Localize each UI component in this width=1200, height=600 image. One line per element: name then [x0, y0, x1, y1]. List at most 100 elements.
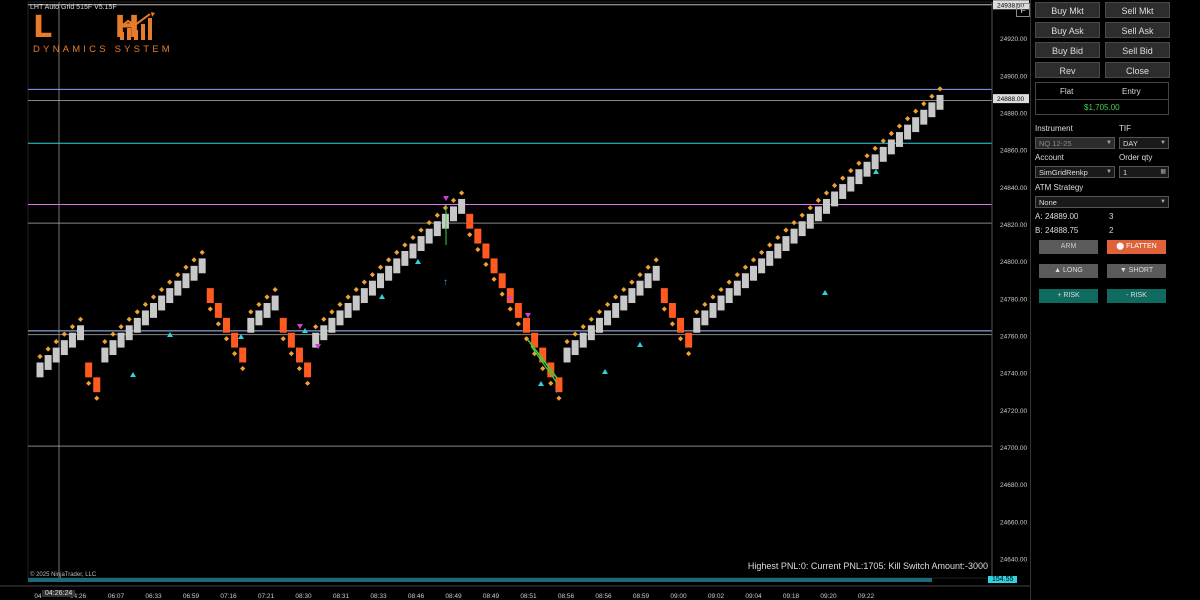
bid-price: 24888.75 — [1045, 226, 1079, 235]
magenta-marker — [443, 196, 449, 201]
diamond-marker — [183, 264, 189, 270]
price-tick-label: 24720.00 — [1000, 408, 1027, 415]
plus-risk-button[interactable]: + RISK — [1039, 289, 1098, 303]
diamond-marker — [345, 294, 351, 300]
time-tick-label: 08:49 — [445, 593, 462, 600]
instrument-select[interactable]: NQ 12-25 ▼ — [1035, 137, 1115, 149]
price-tick-label: 24920.00 — [1000, 36, 1027, 43]
renko-chart[interactable]: 24920.00 24900.00 24880.00 24860.00 24840.00… — [0, 0, 1030, 600]
renko-brick — [85, 362, 93, 378]
renko-brick — [352, 295, 360, 311]
diamond-marker — [475, 246, 481, 253]
diamond-marker — [929, 93, 935, 99]
diamond-marker — [280, 336, 286, 342]
diamond-marker — [199, 249, 205, 256]
renko-brick — [806, 213, 814, 229]
position-flat: Flat — [1060, 87, 1074, 96]
chart-panel[interactable]: 24920.00 24900.00 24880.00 24860.00 24840.00… — [0, 0, 1030, 600]
f-button[interactable]: F — [1016, 3, 1030, 17]
diamond-marker — [629, 279, 635, 285]
renko-brick — [741, 273, 749, 289]
renko-brick — [279, 317, 287, 333]
renko-brick — [514, 303, 522, 318]
minus-risk-button[interactable]: - RISK — [1107, 289, 1166, 303]
account-label: Account — [1035, 153, 1064, 162]
renko-brick — [401, 250, 409, 266]
time-tick-label: 08:51 — [520, 593, 537, 600]
price-tick-label: 24860.00 — [1000, 148, 1027, 155]
order-qty-field[interactable]: 1 ▦ — [1119, 166, 1169, 178]
logo-chart-icon — [118, 12, 155, 40]
close-button[interactable]: Close — [1105, 62, 1170, 78]
renko-brick — [693, 317, 701, 333]
time-tick-label: 08:59 — [633, 593, 650, 600]
renko-brick — [855, 169, 863, 185]
diamond-marker — [572, 331, 578, 337]
short-button[interactable]: ▼ SHORT — [1107, 264, 1166, 278]
diamond-marker — [613, 294, 619, 300]
diamond-marker — [661, 306, 667, 312]
renko-brick — [879, 146, 887, 162]
diamond-marker — [904, 116, 911, 122]
renko-brick — [125, 325, 133, 341]
renko-brick — [60, 340, 68, 356]
sell-ask-button[interactable]: Sell Ask — [1105, 22, 1170, 38]
chevron-down-icon: ▼ — [1160, 199, 1166, 205]
sell-mkt-button[interactable]: Sell Mkt — [1105, 2, 1170, 18]
renko-brick — [587, 325, 595, 341]
tif-select[interactable]: DAY ▼ — [1119, 137, 1169, 149]
renko-brick — [231, 332, 239, 348]
renko-brick — [222, 317, 230, 333]
cyan-triangle-marker — [602, 369, 608, 374]
diamond-marker — [69, 324, 76, 330]
renko-brick — [612, 303, 620, 318]
renko-brick — [158, 295, 166, 311]
diamond-marker — [499, 291, 505, 297]
flatten-button[interactable]: ⬤ FLATTEN — [1107, 240, 1166, 254]
atm-strategy-value: None — [1039, 198, 1057, 207]
renko-brick — [109, 340, 117, 356]
renko-brick — [174, 280, 182, 296]
time-tick-label: 08:56 — [595, 593, 612, 600]
diamond-marker — [718, 286, 724, 293]
buy-ask-button[interactable]: Buy Ask — [1035, 22, 1100, 38]
diamond-marker — [888, 130, 894, 137]
diamond-marker — [394, 249, 400, 256]
grid-icon[interactable]: ▦ — [1160, 167, 1166, 178]
diamond-marker — [337, 301, 343, 308]
atm-strategy-select[interactable]: None ▼ — [1035, 196, 1169, 208]
sell-bid-button[interactable]: Sell Bid — [1105, 42, 1170, 58]
account-value: SimGridRenkp — [1039, 168, 1088, 177]
diamond-marker — [94, 395, 100, 401]
rev-button[interactable]: Rev — [1035, 62, 1100, 78]
diamond-marker — [459, 190, 465, 196]
ask-size: 3 — [1109, 212, 1114, 221]
buy-bid-button[interactable]: Buy Bid — [1035, 42, 1100, 58]
diamond-marker — [604, 301, 611, 308]
diamond-marker — [742, 264, 749, 270]
diamond-marker — [783, 227, 789, 233]
diamond-marker — [102, 339, 108, 345]
diamond-marker — [207, 306, 213, 312]
renko-brick — [766, 250, 774, 266]
diamond-marker — [483, 261, 489, 268]
diamond-marker — [369, 272, 376, 278]
arm-button[interactable]: ARM — [1039, 240, 1098, 254]
account-select[interactable]: SimGridRenkp ▼ — [1035, 166, 1115, 178]
renko-brick — [450, 206, 458, 222]
cursor-time-tag: 04:26:24 — [42, 590, 76, 597]
diamond-marker — [329, 309, 335, 315]
renko-brick — [668, 303, 676, 318]
buy-mkt-button[interactable]: Buy Mkt — [1035, 2, 1100, 18]
bid-label: B: — [1035, 226, 1043, 235]
long-button[interactable]: ▲ LONG — [1039, 264, 1098, 278]
diamond-marker — [759, 249, 765, 256]
diamond-marker — [694, 309, 700, 315]
diamond-marker — [799, 212, 805, 218]
diamond-marker — [815, 197, 821, 203]
renko-brick — [304, 362, 312, 378]
renko-brick — [182, 273, 190, 289]
renko-brick — [798, 221, 806, 237]
diamond-marker — [272, 286, 278, 293]
renko-brick — [863, 161, 871, 177]
